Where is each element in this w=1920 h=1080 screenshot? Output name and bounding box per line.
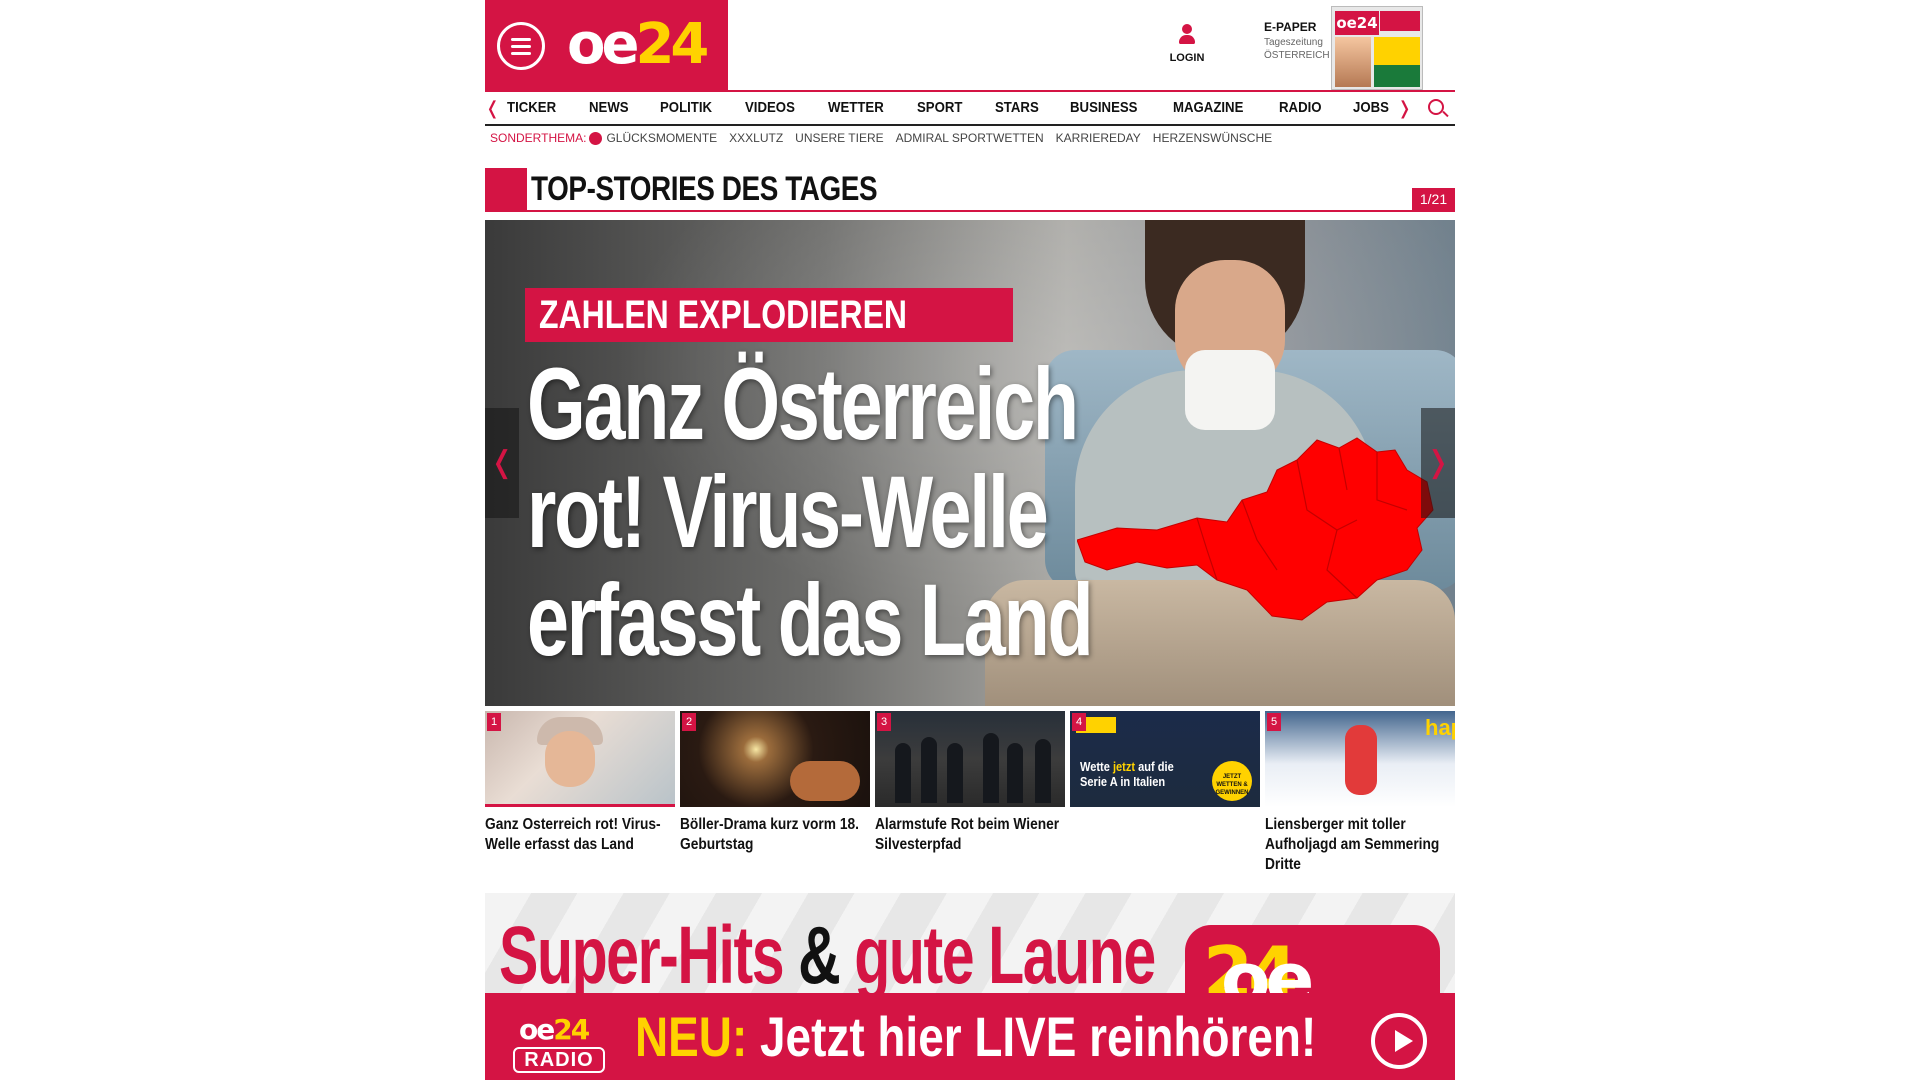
nav-item-ticker[interactable]: TICKER [507,99,556,116]
thumb-item-ad[interactable]: Wette jetzt auf die Serie A in Italien J… [1070,711,1260,807]
hero-kicker: ZAHLEN EXPLODIEREN [525,288,1014,342]
site-logo[interactable]: oe24 [567,12,709,78]
banner-bar[interactable]: oe24 RADIO NEU: Jetzt hier LIVE reinhöre… [485,993,1455,1080]
subnav-item-gluecksmomente[interactable]: GLÜCKSMOMENTE [606,131,717,145]
nav-item-wetter[interactable]: WETTER [828,99,884,116]
thumb-number: 4 [1072,713,1086,731]
nav-item-radio[interactable]: RADIO [1279,99,1322,116]
nav-item-stars[interactable]: STARS [995,99,1039,116]
subnav-item-karriereday[interactable]: KARRIEREDAY [1056,131,1141,145]
thumb-number: 5 [1267,713,1281,731]
story-thumbnails: 1 Ganz Osterreich rot! Virus-Welle erfas… [485,711,1455,873]
radio-logo: oe24 RADIO [513,1013,607,1073]
main-nav: ❬ TICKER NEWS POLITIK VIDEOS WETTER SPOR… [485,90,1455,126]
thumb-title[interactable]: Ganz Osterreich rot! Virus-Welle erfasst… [485,815,674,855]
thumb-number: 2 [682,713,696,731]
thumb-item[interactable]: hap 5 Liensberger mit toller Aufholjagd … [1265,711,1455,875]
nav-list: TICKER NEWS POLITIK VIDEOS WETTER SPORT … [507,99,1420,116]
hero-slide[interactable]: ZAHLEN EXPLODIEREN Ganz Österreich rot! … [485,220,1455,706]
nav-item-jobs[interactable]: JOBS [1353,99,1389,116]
thumb-image: 1 [485,711,675,807]
topstories-header: TOP-STORIES DES TAGES 1/21 [485,168,1455,212]
page: oe24 LOGIN E-PAPER Tageszeitung ÖSTERREI… [0,0,1920,1080]
sonderthema-label: SONDERTHEMA: [490,131,587,145]
nav-item-sport[interactable]: SPORT [917,99,962,116]
nav-item-business[interactable]: BUSINESS [1070,99,1137,116]
thumb-item[interactable]: 2 Böller-Drama kurz vorm 18. Geburtstag [680,711,870,855]
ad-cta[interactable]: JETZT WETTEN & GEWINNEN [1212,761,1252,801]
nav-item-magazine[interactable]: MAGAZINE [1173,99,1243,116]
menu-icon[interactable] [497,22,545,70]
login-button[interactable]: LOGIN [1165,24,1209,64]
epaper-line1: Tageszeitung [1264,37,1323,48]
epaper-cover-image[interactable]: oe24 [1331,6,1423,90]
thumb-image: hap 5 [1265,711,1455,807]
radio-banner[interactable]: Super-Hits & gute Laune oe 24 oe24 RADIO … [485,893,1455,1080]
slider-prev-icon[interactable]: ❬ [485,408,519,518]
thumb-item[interactable]: 1 Ganz Osterreich rot! Virus-Welle erfas… [485,711,675,855]
subnav-item-admiral[interactable]: ADMIRAL SPORTWETTEN [896,131,1044,145]
ad-text: Wette jetzt auf die Serie A in Italien [1080,759,1174,789]
banner-headline: Super-Hits & gute Laune [499,910,1156,1001]
play-icon[interactable] [1371,1013,1427,1069]
epaper-title: E-PAPER [1264,20,1317,34]
subnav-item-herzenswuensche[interactable]: HERZENSWÜNSCHE [1153,131,1272,145]
banner-logo: oe 24 [1185,925,1440,995]
slide-counter: 1/21 [1412,188,1455,210]
nav-item-videos[interactable]: VIDEOS [745,99,795,116]
subnav: SONDERTHEMA: GLÜCKSMOMENTE XXXLUTZ UNSER… [490,131,1284,145]
thumb-number: 3 [877,713,891,731]
thumb-number: 1 [487,713,501,731]
login-label: LOGIN [1169,52,1205,64]
epaper-line2: ÖSTERREICH [1264,50,1330,61]
hero-headline[interactable]: Ganz Österreich rot! Virus-Welle erfasst… [527,350,1163,674]
ad-image: Wette jetzt auf die Serie A in Italien J… [1070,711,1260,807]
site-header: oe24 LOGIN E-PAPER Tageszeitung ÖSTERREI… [485,0,1455,90]
thumb-item[interactable]: 3 Alarmstufe Rot beim Wiener Silvesterpf… [875,711,1065,855]
nav-item-politik[interactable]: POLITIK [660,99,712,116]
search-icon[interactable] [1428,99,1444,115]
special-topic-icon [589,131,603,145]
banner-cta[interactable]: NEU: Jetzt hier LIVE reinhören! [635,1007,1316,1067]
nav-item-news[interactable]: NEWS [589,99,629,116]
slider-next-icon[interactable]: ❭ [1421,408,1455,518]
thumb-image: 2 [680,711,870,807]
section-marker [485,168,527,212]
thumb-image: 3 [875,711,1065,807]
subnav-item-unsere-tiere[interactable]: UNSERE TIERE [795,131,883,145]
nav-prev-icon[interactable]: ❬ [485,98,500,119]
thumb-title[interactable]: Alarmstufe Rot beim Wiener Silvesterpfad [875,815,1064,855]
logo-box: oe24 [485,0,728,90]
section-title: TOP-STORIES DES TAGES [531,170,878,208]
user-icon [1177,24,1197,46]
thumb-title[interactable]: Liensberger mit toller Aufholjagd am Sem… [1265,815,1454,875]
nav-next-icon[interactable]: ❭ [1397,98,1412,119]
epaper-link[interactable]: E-PAPER Tageszeitung ÖSTERREICH [1264,20,1334,61]
subnav-item-xxxlutz[interactable]: XXXLUTZ [729,131,783,145]
section-divider [527,210,1455,212]
thumb-title[interactable]: Böller-Drama kurz vorm 18. Geburtstag [680,815,869,855]
